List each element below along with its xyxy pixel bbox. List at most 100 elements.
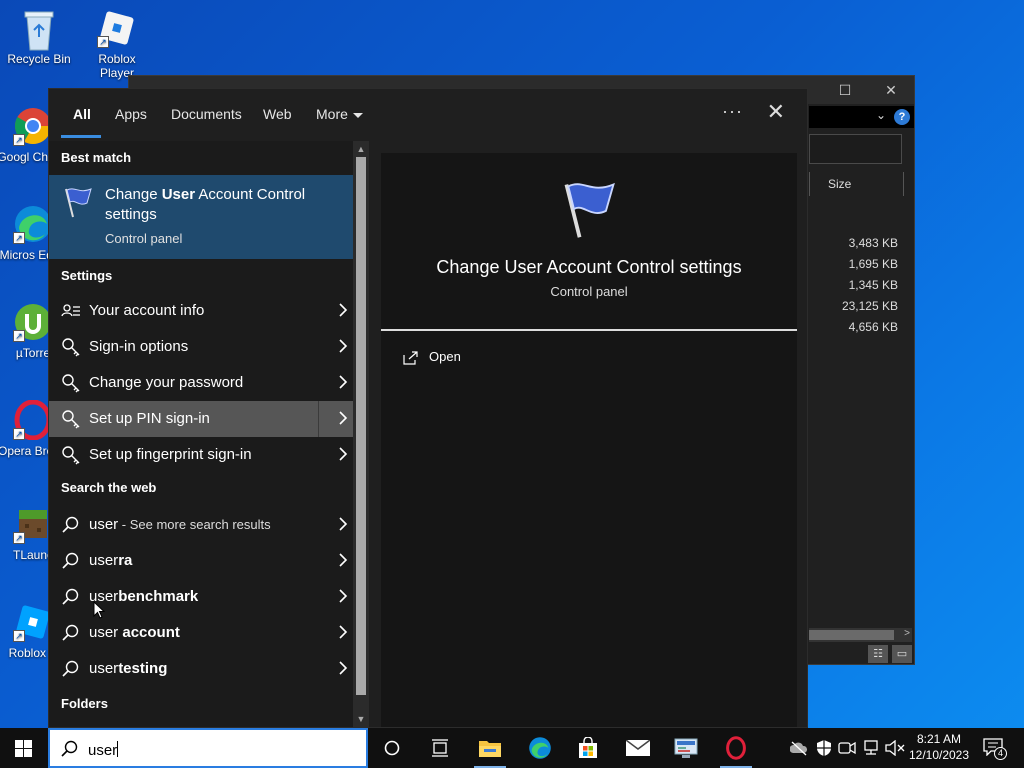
chevron-right-icon[interactable]: [337, 514, 349, 534]
tab-more[interactable]: More: [316, 106, 363, 122]
chevron-right-icon[interactable]: [337, 444, 349, 464]
tab-documents[interactable]: Documents: [171, 106, 242, 122]
web-suggestion-bold: account: [118, 624, 180, 641]
tlauncher-icon: ↗: [13, 504, 48, 544]
desktop-icon-label: Recycle Bin: [7, 52, 71, 66]
tab-all[interactable]: All: [73, 106, 91, 122]
maximize-button[interactable]: ☐: [822, 76, 868, 104]
horizontal-scrollbar[interactable]: >: [809, 628, 912, 642]
settings-item-change-password[interactable]: Change your password: [49, 365, 353, 401]
best-match-title: Change User Account Control settings: [105, 185, 335, 225]
file-size: 1,345 KB: [848, 278, 898, 292]
uac-flag-icon: [557, 177, 621, 246]
details-view-icon[interactable]: ☷: [868, 645, 888, 663]
desktop-icon-tlauncher[interactable]: ↗ TLaunc: [0, 504, 48, 562]
chevron-right-icon[interactable]: [337, 336, 349, 356]
file-explorer-taskbar-button[interactable]: [466, 728, 514, 768]
task-view-icon: [432, 739, 448, 757]
scrollbar-thumb[interactable]: [356, 157, 366, 695]
results-scrollbar[interactable]: ▲ ▼: [353, 141, 369, 727]
scroll-down-icon[interactable]: ▼: [353, 711, 369, 727]
desktop-icon-roblox-player[interactable]: ↗ Roblox Player: [80, 8, 154, 80]
web-suggestion-text: user - See more search results: [89, 516, 271, 533]
scroll-up-icon[interactable]: ▲: [353, 141, 369, 157]
help-icon[interactable]: ?: [894, 109, 910, 125]
large-icons-view-icon[interactable]: ▭: [892, 645, 912, 663]
open-action[interactable]: Open: [403, 349, 461, 365]
section-header-folders: Folders: [61, 696, 108, 711]
account-info-icon: [61, 304, 80, 317]
tab-web[interactable]: Web: [263, 106, 292, 122]
web-suggestion[interactable]: user - See more search results: [49, 507, 353, 543]
clock-date: 12/10/2023: [908, 748, 970, 762]
opera-taskbar-button[interactable]: [712, 728, 760, 768]
column-header-size[interactable]: Size: [809, 172, 904, 196]
security-shield-icon[interactable]: [816, 739, 832, 757]
chevron-down-icon[interactable]: ⌄: [876, 108, 886, 122]
meet-now-icon[interactable]: [838, 740, 856, 756]
shortcut-arrow-icon: ↗: [97, 36, 109, 48]
volume-muted-icon[interactable]: [885, 740, 905, 756]
system-clock[interactable]: 8:21 AM 12/10/2023: [906, 731, 972, 763]
mail-taskbar-button[interactable]: [614, 728, 662, 768]
explorer-search-input[interactable]: [809, 134, 902, 164]
desktop-icon-edge[interactable]: ↗ Micros Edge: [0, 204, 48, 262]
taskbar-search-input[interactable]: user: [48, 728, 368, 768]
desktop-icon-roblox-studio[interactable]: ↗ Roblox S: [0, 602, 48, 660]
chevron-right-icon[interactable]: [337, 658, 349, 678]
control-panel-taskbar-button[interactable]: [662, 728, 710, 768]
start-button[interactable]: [0, 728, 48, 768]
search-panel: All Apps Documents Web More ··· ✕ Best m…: [48, 88, 808, 728]
action-center-button[interactable]: 4: [980, 736, 1007, 760]
search-icon: [62, 624, 79, 641]
desktop-icon-recycle-bin[interactable]: Recycle Bin: [2, 8, 76, 66]
recycle-bin-icon: [19, 8, 59, 51]
close-button[interactable]: ✕: [868, 76, 914, 104]
best-match-result[interactable]: Change User Account Control settings Con…: [49, 175, 353, 259]
preview-divider: [381, 329, 797, 331]
web-suggestion-bold: benchmark: [118, 588, 199, 605]
tab-apps[interactable]: Apps: [115, 106, 147, 122]
task-view-button[interactable]: [416, 728, 464, 768]
chevron-right-icon[interactable]: [337, 550, 349, 570]
desktop-icon-label: Roblox S: [8, 646, 48, 660]
cortana-button[interactable]: [368, 728, 416, 768]
roblox-studio-icon: ↗: [13, 602, 48, 642]
best-match-title-bold: User: [161, 186, 196, 203]
web-suggestion[interactable]: user account: [49, 615, 353, 651]
close-icon[interactable]: ✕: [767, 99, 785, 125]
chevron-right-icon[interactable]: [337, 372, 349, 392]
desktop-icon-opera[interactable]: ↗ Opera Brows: [0, 399, 48, 458]
chevron-right-icon[interactable]: >: [904, 628, 910, 639]
desktop-icon-utorrent[interactable]: ↗ µTorre: [0, 302, 48, 360]
web-suggestion[interactable]: usertesting: [49, 651, 353, 687]
more-options-icon[interactable]: ···: [722, 101, 743, 122]
web-suggestion[interactable]: userra: [49, 543, 353, 579]
web-suggestion-bold: testing: [118, 660, 168, 677]
search-icon: [62, 660, 79, 677]
desktop-icon-chrome[interactable]: ↗ Googl Chrom: [0, 106, 48, 164]
settings-item-fingerprint-sign-in[interactable]: Set up fingerprint sign-in: [49, 437, 353, 473]
chevron-right-icon[interactable]: [337, 586, 349, 606]
chevron-right-icon[interactable]: [337, 622, 349, 642]
preview-pane: Change User Account Control settings Con…: [381, 153, 797, 727]
network-icon[interactable]: [862, 740, 880, 756]
results-list: Best match Change User Account Control s…: [49, 141, 353, 727]
search-icon: [62, 588, 79, 605]
chevron-right-icon[interactable]: [337, 300, 349, 320]
web-query-text: user: [89, 516, 119, 533]
control-panel-icon: [674, 738, 698, 758]
settings-item-sign-in-options[interactable]: Sign-in options: [49, 329, 353, 365]
edge-taskbar-button[interactable]: [516, 728, 564, 768]
desktop-icon-label: Micros Edge: [0, 248, 48, 262]
open-label: Open: [429, 349, 461, 364]
settings-item-account-info[interactable]: Your account info: [49, 293, 353, 329]
store-taskbar-button[interactable]: [564, 728, 612, 768]
settings-item-pin-sign-in[interactable]: Set up PIN sign-in: [49, 401, 353, 437]
onedrive-offline-icon[interactable]: [790, 740, 808, 756]
settings-item-label: Change your password: [89, 374, 244, 391]
chevron-right-icon[interactable]: [337, 408, 349, 428]
desktop-icon-label: Googl Chrom: [0, 150, 48, 164]
shortcut-arrow-icon: ↗: [13, 630, 25, 642]
best-match-title-pre: Change: [105, 186, 162, 203]
